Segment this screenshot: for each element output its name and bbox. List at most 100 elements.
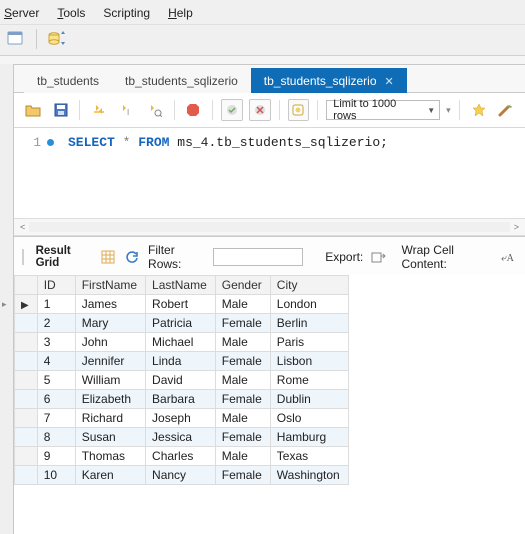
row-pointer-cell[interactable] <box>15 466 38 485</box>
cell-id[interactable]: 10 <box>37 466 75 485</box>
table-row[interactable]: 8SusanJessicaFemaleHamburg <box>15 428 349 447</box>
cell-id[interactable]: 8 <box>37 428 75 447</box>
cell-ln[interactable]: Barbara <box>146 390 216 409</box>
cell-id[interactable]: 7 <box>37 409 75 428</box>
table-row[interactable]: ▶1JamesRobertMaleLondon <box>15 295 349 314</box>
cell-fn[interactable]: Thomas <box>75 447 145 466</box>
cell-ln[interactable]: Nancy <box>146 466 216 485</box>
cell-g[interactable]: Male <box>215 333 270 352</box>
sidebar-splitter[interactable]: ▸ <box>0 64 14 534</box>
cell-g[interactable]: Male <box>215 371 270 390</box>
cell-ln[interactable]: Jessica <box>146 428 216 447</box>
cell-city[interactable]: Lisbon <box>270 352 348 371</box>
table-row[interactable]: 6ElizabethBarbaraFemaleDublin <box>15 390 349 409</box>
menu-help[interactable]: Help <box>168 6 193 20</box>
cell-fn[interactable]: James <box>75 295 145 314</box>
favorite-icon[interactable] <box>468 99 490 121</box>
row-limit-select[interactable]: Limit to 1000 rows ▼ <box>326 100 440 120</box>
cell-fn[interactable]: Richard <box>75 409 145 428</box>
tab-tb-students-sqlizerio-2[interactable]: tb_students_sqlizerio ✕ <box>251 68 407 93</box>
execute-icon[interactable] <box>88 99 110 121</box>
open-file-icon[interactable] <box>22 99 44 121</box>
save-icon[interactable] <box>50 99 72 121</box>
menu-tools[interactable]: Tools <box>57 6 85 20</box>
table-row[interactable]: 2MaryPatriciaFemaleBerlin <box>15 314 349 333</box>
cell-city[interactable]: Hamburg <box>270 428 348 447</box>
cell-ln[interactable]: Joseph <box>146 409 216 428</box>
sql-editor[interactable]: 1 SELECT * FROM ms_4.tb_students_sqlizer… <box>14 128 525 218</box>
cell-g[interactable]: Female <box>215 390 270 409</box>
row-pointer-cell[interactable] <box>15 371 38 390</box>
cell-id[interactable]: 9 <box>37 447 75 466</box>
table-row[interactable]: 7RichardJosephMaleOslo <box>15 409 349 428</box>
grid-view-icon[interactable] <box>100 248 116 266</box>
dropdown-extra-icon[interactable]: ▾ <box>446 105 451 116</box>
filter-rows-input[interactable] <box>213 248 303 266</box>
rollback-icon[interactable] <box>249 99 271 121</box>
cell-city[interactable]: Paris <box>270 333 348 352</box>
row-pointer-cell[interactable] <box>15 428 38 447</box>
breakpoint-icon[interactable] <box>47 139 54 146</box>
tab-tb-students-sqlizerio-1[interactable]: tb_students_sqlizerio <box>112 68 251 93</box>
cell-g[interactable]: Female <box>215 466 270 485</box>
close-icon[interactable]: ✕ <box>385 75 394 88</box>
editor-horizontal-scrollbar[interactable]: < > <box>14 218 525 236</box>
col-id[interactable]: ID <box>37 276 75 295</box>
row-pointer-cell[interactable]: ▶ <box>15 295 38 314</box>
cell-g[interactable]: Female <box>215 314 270 333</box>
cell-ln[interactable]: Patricia <box>146 314 216 333</box>
row-pointer-cell[interactable] <box>15 409 38 428</box>
cell-id[interactable]: 3 <box>37 333 75 352</box>
cell-fn[interactable]: Karen <box>75 466 145 485</box>
row-pointer-cell[interactable] <box>15 352 38 371</box>
cell-city[interactable]: London <box>270 295 348 314</box>
cell-city[interactable]: Rome <box>270 371 348 390</box>
table-row[interactable]: 9ThomasCharlesMaleTexas <box>15 447 349 466</box>
result-table[interactable]: ID FirstName LastName Gender City ▶1Jame… <box>14 275 349 485</box>
cell-ln[interactable]: Michael <box>146 333 216 352</box>
cell-fn[interactable]: Susan <box>75 428 145 447</box>
scroll-track[interactable] <box>29 222 509 232</box>
row-pointer-cell[interactable] <box>15 390 38 409</box>
db-sync-icon[interactable] <box>47 29 67 49</box>
stop-icon[interactable] <box>182 99 204 121</box>
scroll-right-icon[interactable]: > <box>510 222 523 232</box>
cell-id[interactable]: 4 <box>37 352 75 371</box>
explain-icon[interactable] <box>144 99 166 121</box>
wrap-cell-icon[interactable]: ⤶A <box>501 248 517 266</box>
cell-id[interactable]: 1 <box>37 295 75 314</box>
cell-city[interactable]: Berlin <box>270 314 348 333</box>
beautify-icon[interactable] <box>495 99 517 121</box>
cell-city[interactable]: Washington <box>270 466 348 485</box>
autocommit-icon[interactable] <box>288 99 310 121</box>
sql-tab-icon[interactable] <box>6 29 26 49</box>
row-pointer-cell[interactable] <box>15 314 38 333</box>
table-row[interactable]: 5WilliamDavidMaleRome <box>15 371 349 390</box>
execute-cursor-icon[interactable]: I <box>116 99 138 121</box>
commit-icon[interactable] <box>221 99 243 121</box>
cell-ln[interactable]: Charles <box>146 447 216 466</box>
cell-id[interactable]: 2 <box>37 314 75 333</box>
cell-city[interactable]: Texas <box>270 447 348 466</box>
cell-ln[interactable]: Robert <box>146 295 216 314</box>
menu-server[interactable]: Server <box>4 6 39 20</box>
cell-g[interactable]: Male <box>215 409 270 428</box>
col-gender[interactable]: Gender <box>215 276 270 295</box>
col-city[interactable]: City <box>270 276 348 295</box>
table-row[interactable]: 3JohnMichaelMaleParis <box>15 333 349 352</box>
row-pointer-cell[interactable] <box>15 447 38 466</box>
col-lastname[interactable]: LastName <box>146 276 216 295</box>
cell-city[interactable]: Oslo <box>270 409 348 428</box>
cell-ln[interactable]: Linda <box>146 352 216 371</box>
cell-g[interactable]: Male <box>215 447 270 466</box>
cell-fn[interactable]: Elizabeth <box>75 390 145 409</box>
cell-g[interactable]: Female <box>215 428 270 447</box>
cell-fn[interactable]: John <box>75 333 145 352</box>
refresh-icon[interactable] <box>124 248 140 266</box>
tab-tb-students[interactable]: tb_students <box>24 68 112 93</box>
cell-g[interactable]: Female <box>215 352 270 371</box>
col-firstname[interactable]: FirstName <box>75 276 145 295</box>
cell-g[interactable]: Male <box>215 295 270 314</box>
export-icon[interactable] <box>371 248 387 266</box>
cell-id[interactable]: 5 <box>37 371 75 390</box>
